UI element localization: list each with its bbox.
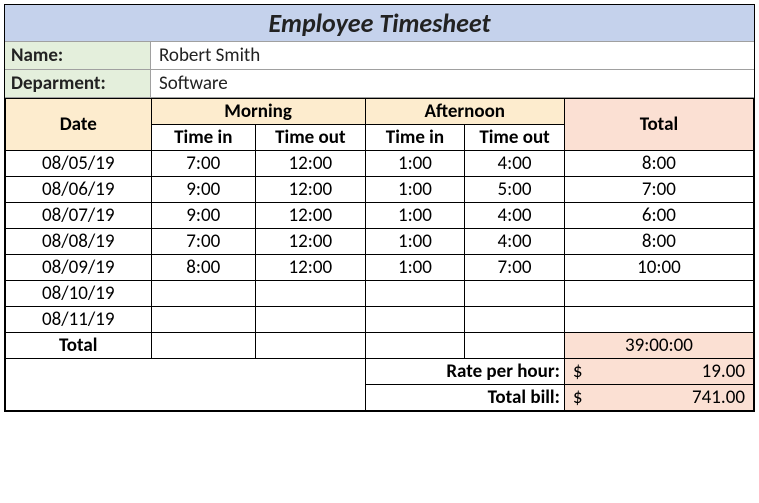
afternoon-in-cell: 1:00 (365, 229, 465, 255)
dept-label: Deparment: (5, 70, 151, 97)
header-afternoon: Afternoon (365, 99, 564, 125)
total-cell: 10:00 (564, 255, 753, 281)
total-cell: 7:00 (564, 177, 753, 203)
afternoon-out-cell: 7:00 (465, 255, 565, 281)
bill-amount: 741.00 (692, 386, 745, 409)
timesheet: Employee Timesheet Name: Robert Smith De… (4, 4, 755, 412)
total-cell: 8:00 (564, 229, 753, 255)
name-row: Name: Robert Smith (5, 42, 754, 70)
afternoon-out-cell: 4:00 (465, 229, 565, 255)
morning-out-cell (256, 307, 366, 333)
morning-out-cell: 12:00 (256, 203, 366, 229)
blank-area (6, 359, 366, 411)
currency-symbol: $ (573, 360, 583, 383)
total-row: Total 39:00:00 (6, 333, 754, 359)
table-row: 08/09/198:0012:001:007:0010:00 (6, 255, 754, 281)
rate-row: Rate per hour: $ 19.00 (6, 359, 754, 385)
table-row: 08/10/19 (6, 281, 754, 307)
date-cell: 08/08/19 (6, 229, 152, 255)
morning-in-cell: 9:00 (151, 203, 256, 229)
header-afternoon-out: Time out (465, 125, 565, 151)
afternoon-out-cell: 4:00 (465, 203, 565, 229)
header-morning: Morning (151, 99, 365, 125)
name-value: Robert Smith (151, 42, 754, 69)
total-cell (564, 307, 753, 333)
date-cell: 08/10/19 (6, 281, 152, 307)
morning-in-cell: 8:00 (151, 255, 256, 281)
page-title: Employee Timesheet (5, 5, 754, 42)
afternoon-out-cell (465, 307, 565, 333)
afternoon-out-cell: 4:00 (465, 151, 565, 177)
bill-value: $ 741.00 (564, 385, 753, 411)
total-hours: 39:00:00 (564, 333, 753, 359)
header-afternoon-in: Time in (365, 125, 465, 151)
table-row: 08/07/199:0012:001:004:006:00 (6, 203, 754, 229)
morning-in-cell (151, 281, 256, 307)
morning-out-cell: 12:00 (256, 255, 366, 281)
morning-out-cell: 12:00 (256, 229, 366, 255)
morning-in-cell: 7:00 (151, 229, 256, 255)
currency-symbol: $ (573, 386, 583, 409)
afternoon-in-cell (365, 307, 465, 333)
header-morning-out: Time out (256, 125, 366, 151)
date-cell: 08/05/19 (6, 151, 152, 177)
afternoon-in-cell: 1:00 (365, 203, 465, 229)
timesheet-table: Date Morning Afternoon Total Time in Tim… (5, 98, 754, 411)
morning-out-cell (256, 281, 366, 307)
rate-value: $ 19.00 (564, 359, 753, 385)
date-cell: 08/06/19 (6, 177, 152, 203)
header-total: Total (564, 99, 753, 151)
morning-in-cell: 9:00 (151, 177, 256, 203)
bill-label: Total bill: (365, 385, 564, 411)
table-row: 08/05/197:0012:001:004:008:00 (6, 151, 754, 177)
dept-value: Software (151, 70, 754, 97)
afternoon-in-cell: 1:00 (365, 151, 465, 177)
header-morning-in: Time in (151, 125, 256, 151)
total-cell (564, 281, 753, 307)
dept-row: Deparment: Software (5, 70, 754, 98)
afternoon-in-cell: 1:00 (365, 177, 465, 203)
date-cell: 08/09/19 (6, 255, 152, 281)
morning-in-cell (151, 307, 256, 333)
morning-out-cell: 12:00 (256, 151, 366, 177)
rate-label: Rate per hour: (365, 359, 564, 385)
rate-amount: 19.00 (702, 360, 745, 383)
total-cell: 6:00 (564, 203, 753, 229)
header-date: Date (6, 99, 152, 151)
table-row: 08/11/19 (6, 307, 754, 333)
morning-out-cell: 12:00 (256, 177, 366, 203)
total-cell: 8:00 (564, 151, 753, 177)
table-row: 08/08/197:0012:001:004:008:00 (6, 229, 754, 255)
date-cell: 08/07/19 (6, 203, 152, 229)
total-label: Total (6, 333, 152, 359)
afternoon-out-cell (465, 281, 565, 307)
morning-in-cell: 7:00 (151, 151, 256, 177)
date-cell: 08/11/19 (6, 307, 152, 333)
name-label: Name: (5, 42, 151, 69)
table-row: 08/06/199:0012:001:005:007:00 (6, 177, 754, 203)
afternoon-in-cell (365, 281, 465, 307)
afternoon-out-cell: 5:00 (465, 177, 565, 203)
afternoon-in-cell: 1:00 (365, 255, 465, 281)
